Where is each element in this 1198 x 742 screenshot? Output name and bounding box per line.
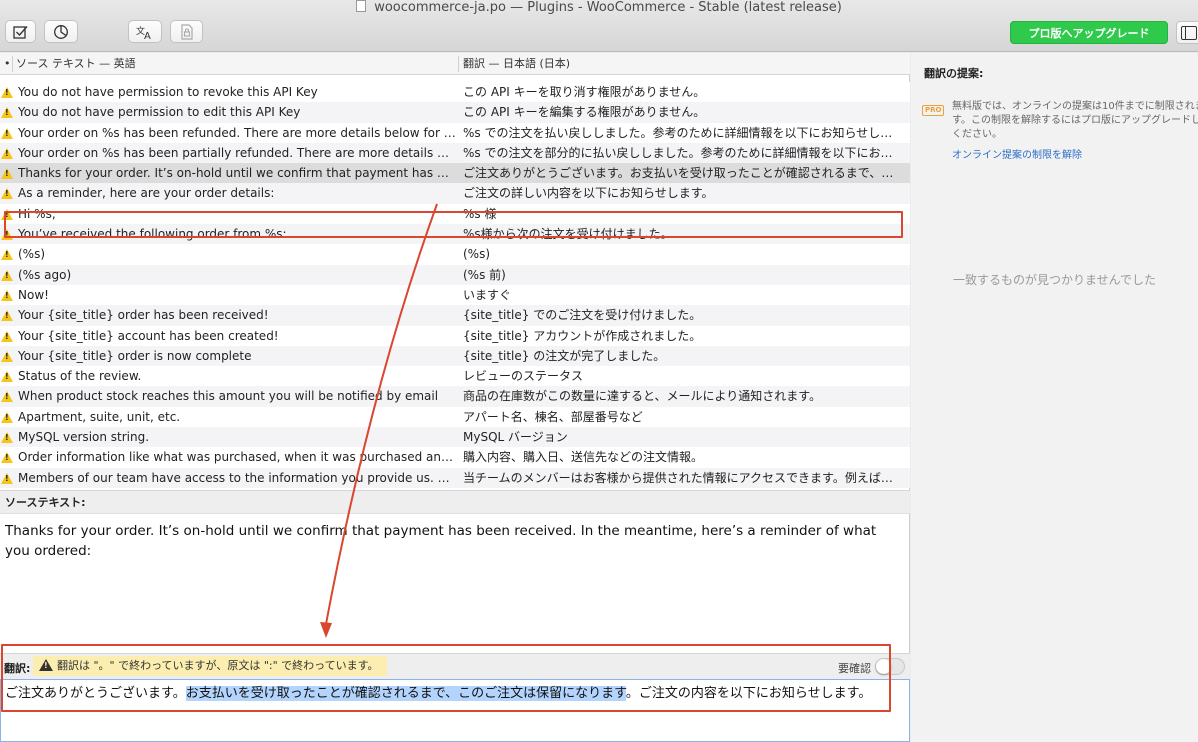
remove-limit-link[interactable]: オンライン提案の制限を解除 [952, 146, 1082, 161]
warning-icon [1, 127, 13, 139]
source-text-label: ソーステキスト: [0, 490, 910, 514]
translation-list[interactable]: You do not have permission to revoke thi… [0, 75, 910, 490]
table-row[interactable]: Apartment, suite, unit, etc.アパート名、棟名、部屋番… [0, 406, 910, 428]
table-header: • ソース テキスト — 英語 翻訳 — 日本語 (日本) [0, 53, 910, 75]
table-row[interactable]: Members of our team have access to the i… [0, 467, 910, 488]
table-row[interactable]: Status of the review.レビューのステータス [0, 366, 910, 387]
warning-icon [1, 411, 13, 423]
checkbox-icon [12, 25, 28, 39]
window-title: woocommerce-ja.po — Plugins - WooCommerc… [0, 0, 1198, 16]
table-row[interactable]: You’ve received the following order from… [0, 224, 910, 245]
warning-icon [1, 330, 13, 342]
selected-text: お支払いを受け取ったことが確認されるまで、このご注文は保留になります [185, 686, 626, 701]
table-row[interactable]: Your {site_title} order has been receive… [0, 305, 910, 326]
warning-icon [1, 269, 13, 281]
warning-icon [1, 107, 13, 119]
svg-text:A: A [144, 31, 151, 40]
warning-icon [1, 168, 13, 180]
column-header-status[interactable]: • [4, 53, 11, 75]
pro-limit-notice: 無料版では、オンラインの提案は10件までに制限されます。この制限を解除するにはプ… [952, 101, 1198, 140]
warning-icon [1, 249, 13, 261]
table-row[interactable]: Your {site_title} order is now complete{… [0, 345, 910, 367]
needs-work-toggle[interactable] [875, 658, 905, 675]
source-text: Thanks for your order. It’s on-hold unti… [5, 523, 877, 559]
warning-icon [1, 208, 13, 220]
needs-work-label: 要確認 [838, 662, 871, 675]
table-row-selected[interactable]: Thanks for your order. It’s on-hold unti… [0, 163, 910, 184]
document-icon [356, 0, 367, 12]
column-header-source[interactable]: ソース テキスト — 英語 [16, 53, 136, 75]
pro-badge: PRO [922, 105, 945, 116]
sidebar-toggle-button[interactable] [1176, 21, 1198, 44]
warning-icon [39, 659, 53, 671]
translation-label: 翻訳: [4, 662, 31, 675]
no-matches-text: 一致するものが見つかりませんでした [952, 273, 1157, 287]
validate-button[interactable] [5, 20, 36, 43]
warning-icon [1, 472, 13, 484]
warning-icon [1, 87, 13, 98]
translation-warning: 翻訳は "。" で終わっていますが、原文は ":" で終わっています。 [33, 656, 387, 676]
table-row[interactable]: You do not have permission to edit this … [0, 102, 910, 123]
table-row[interactable]: Now!いますぐ [0, 284, 910, 306]
warning-icon [1, 310, 13, 322]
statistics-button[interactable] [44, 20, 78, 43]
upgrade-button[interactable]: プロ版へアップグレード [1010, 21, 1168, 44]
table-row[interactable]: (%s)(%s) [0, 244, 910, 265]
column-header-translation[interactable]: 翻訳 — 日本語 (日本) [463, 53, 570, 75]
table-row[interactable]: You do not have permission to revoke thi… [0, 82, 910, 103]
table-row[interactable]: Your order on %s has been partially refu… [0, 142, 910, 164]
pretranslate-button[interactable]: 文 A [128, 20, 162, 43]
warning-icon [1, 432, 13, 444]
warning-icon [1, 188, 13, 200]
table-row[interactable]: Your {site_title} account has been creat… [0, 325, 910, 346]
lock-file-icon [180, 23, 193, 40]
table-row[interactable]: (%s ago)(%s 前) [0, 264, 910, 285]
suggestions-title: 翻訳の提案: [924, 67, 984, 80]
window-title-text: woocommerce-ja.po — Plugins - WooCommerc… [374, 0, 842, 15]
app-window: woocommerce-ja.po — Plugins - WooCommerc… [0, 0, 1198, 742]
warning-icon [1, 289, 13, 301]
table-row[interactable]: MySQL version string.MySQL バージョン [0, 427, 910, 448]
table-row[interactable]: As a reminder, here are your order detai… [0, 183, 910, 204]
translation-header: 翻訳: 翻訳は "。" で終わっていますが、原文は ":" で終わっています。 … [0, 653, 910, 679]
table-row[interactable]: Your order on %s has been refunded. Ther… [0, 122, 910, 143]
translate-icon: 文 A [136, 25, 151, 40]
warning-icon [1, 350, 13, 362]
source-code-button[interactable] [170, 20, 203, 43]
toolbar: woocommerce-ja.po — Plugins - WooCommerc… [0, 0, 1198, 52]
translation-input[interactable]: ご注文ありがとうございます。お支払いを受け取ったことが確認されるまで、このご注文… [0, 679, 910, 742]
warning-icon [1, 391, 13, 403]
warning-icon [1, 147, 13, 159]
warning-icon [1, 229, 13, 241]
suggestions-sidebar: 翻訳の提案: PRO 無料版では、オンラインの提案は10件までに制限されます。こ… [911, 53, 1198, 742]
table-row[interactable]: When product stock reaches this amount y… [0, 386, 910, 407]
warning-icon [1, 371, 13, 383]
editor-pane: • ソース テキスト — 英語 翻訳 — 日本語 (日本) You do not… [0, 53, 910, 742]
table-row[interactable]: Order information like what was purchase… [0, 447, 910, 468]
warning-icon [1, 452, 13, 464]
pie-chart-icon [54, 24, 68, 39]
table-row[interactable]: Hi %s,%s 様 [0, 203, 910, 225]
